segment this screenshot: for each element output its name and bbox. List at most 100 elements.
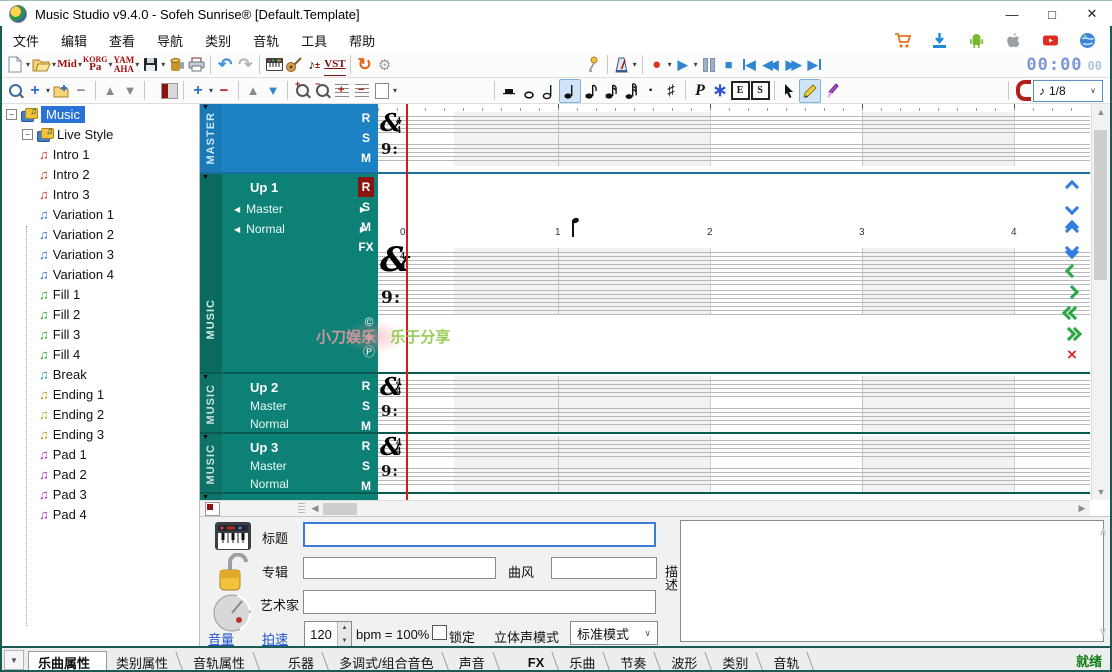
- lock-checkbox[interactable]: [432, 625, 447, 640]
- tree-item-live-style[interactable]: Live Style: [57, 127, 113, 142]
- move-category-up-button[interactable]: ▲: [100, 80, 120, 102]
- mode-selector[interactable]: ◀ Normal ▶: [234, 222, 366, 236]
- tab-track-properties[interactable]: 音轨属性: [184, 652, 261, 672]
- play-button[interactable]: ▶: [673, 54, 693, 76]
- vst-plugins-button[interactable]: VST: [324, 53, 345, 76]
- select-cursor-button[interactable]: [779, 80, 799, 102]
- artist-input[interactable]: [303, 590, 656, 614]
- vertical-scrollbar[interactable]: ▲ ▼: [1091, 104, 1110, 500]
- master-solo-button[interactable]: S: [358, 128, 374, 148]
- tree-item[interactable]: ♫Variation 2: [2, 224, 199, 244]
- up3-track-header[interactable]: Up 3 Master Normal R S M: [222, 434, 378, 494]
- track-name[interactable]: Up 3: [250, 440, 278, 455]
- tree-item[interactable]: ♫Pad 2: [2, 464, 199, 484]
- textarea-scroll-down-icon[interactable]: ∨: [1099, 625, 1107, 638]
- horizontal-scrollbar[interactable]: ◀ ▶: [200, 500, 1090, 516]
- open-file-button[interactable]: [31, 54, 51, 76]
- sustain-button[interactable]: S: [750, 80, 770, 102]
- tempo-spinbox[interactable]: 120 ▲▼: [304, 621, 352, 648]
- nav-down-button[interactable]: [1062, 199, 1082, 216]
- prev-arrow-icon[interactable]: ◀: [234, 225, 240, 234]
- up1-record-button[interactable]: R: [358, 177, 374, 197]
- title-input[interactable]: [303, 522, 656, 547]
- tree-item[interactable]: ♫Fill 1: [2, 284, 199, 304]
- remove-track-button[interactable]: −: [214, 80, 234, 102]
- note-rest-button[interactable]: [499, 80, 519, 102]
- settings-button[interactable]: ⚙: [375, 54, 395, 76]
- album-input[interactable]: [303, 557, 496, 579]
- piano-keyboard-button[interactable]: [264, 54, 284, 76]
- add-track-button[interactable]: +: [188, 80, 208, 102]
- stop-button[interactable]: ■: [719, 54, 739, 76]
- up3-staff-area[interactable]: & 44 9:: [378, 434, 1090, 494]
- export-audio-button[interactable]: [166, 54, 186, 76]
- tab-song[interactable]: 乐曲: [560, 652, 611, 672]
- print-button[interactable]: [186, 54, 206, 76]
- android-icon[interactable]: [968, 32, 985, 49]
- collapse-triangle-icon[interactable]: ▼: [202, 374, 209, 382]
- nav-page-right-button[interactable]: [1062, 325, 1082, 342]
- up3-strip[interactable]: ▼ MUSIC: [200, 434, 222, 494]
- tree-item[interactable]: ♫Break: [2, 364, 199, 384]
- up2-strip[interactable]: ▼ MUSIC: [200, 374, 222, 434]
- tab-song-properties[interactable]: 乐曲属性: [28, 651, 107, 672]
- import-midi-button[interactable]: Mid: [57, 54, 77, 76]
- menu-navigate[interactable]: 导航: [146, 28, 194, 53]
- tree-item[interactable]: ♫Intro 1: [2, 144, 199, 164]
- import-yamaha-button[interactable]: YAMAHA: [114, 54, 135, 76]
- menu-track[interactable]: 音轨: [242, 28, 290, 53]
- tree-item[interactable]: ♫Intro 2: [2, 164, 199, 184]
- master-mute-button[interactable]: M: [358, 148, 374, 168]
- guitar-button[interactable]: [284, 54, 304, 76]
- menu-category[interactable]: 类别: [194, 28, 242, 53]
- collapse-triangle-icon[interactable]: ▼: [202, 434, 209, 442]
- tab-multimode[interactable]: 多调式/组合音色: [330, 652, 450, 672]
- minimize-button[interactable]: —: [992, 1, 1032, 27]
- master-track-header[interactable]: R S M: [222, 104, 378, 172]
- note-half-button[interactable]: [539, 80, 559, 102]
- globe-icon[interactable]: [1079, 32, 1096, 49]
- save-caret[interactable]: ▾: [161, 60, 165, 69]
- tab-fx[interactable]: FX: [519, 652, 561, 672]
- tree-item[interactable]: ♫Pad 3: [2, 484, 199, 504]
- up1-solo-button[interactable]: S: [358, 197, 374, 217]
- tree-item[interactable]: ♫Variation 3: [2, 244, 199, 264]
- open-file-caret[interactable]: ▾: [52, 60, 56, 69]
- menu-file[interactable]: 文件: [2, 28, 50, 53]
- tree-item[interactable]: ♫Fill 3: [2, 324, 199, 344]
- pause-button[interactable]: [699, 54, 719, 76]
- transpose-note-button[interactable]: ♪±: [304, 54, 324, 76]
- track-name[interactable]: Up 1: [250, 180, 278, 195]
- master-record-button[interactable]: R: [358, 108, 374, 128]
- panel-layout-button[interactable]: [159, 80, 179, 102]
- menu-tools[interactable]: 工具: [290, 28, 338, 53]
- scroll-down-arrow[interactable]: ▼: [1092, 484, 1110, 500]
- remove-category-button[interactable]: −: [71, 80, 91, 102]
- move-track-down-button[interactable]: ▼: [263, 80, 283, 102]
- up1-mute-button[interactable]: M: [358, 217, 374, 237]
- master-strip[interactable]: ▼ MASTER: [200, 104, 222, 172]
- up2-track-header[interactable]: Up 2 Master Normal R S M: [222, 374, 378, 434]
- import-yamaha-caret[interactable]: ▾: [135, 60, 139, 69]
- fast-forward-button[interactable]: ▶▶: [782, 54, 802, 76]
- metronome-caret[interactable]: ▾: [633, 60, 637, 69]
- refresh-button[interactable]: ↻: [355, 54, 375, 76]
- note-thirtysecond-button[interactable]: [621, 80, 641, 102]
- description-textarea[interactable]: [680, 520, 1104, 642]
- up2-staff-area[interactable]: & 44 9:: [378, 374, 1090, 434]
- up3-record-button[interactable]: R: [358, 436, 374, 456]
- tempo-up-button[interactable]: ▲: [338, 622, 351, 635]
- tab-instrument[interactable]: 乐器: [279, 652, 330, 672]
- tab-waveform[interactable]: 波形: [662, 652, 713, 672]
- zoom-in-button[interactable]: +: [292, 80, 312, 102]
- nav-close-button[interactable]: ×: [1062, 346, 1082, 363]
- menu-view[interactable]: 查看: [98, 28, 146, 53]
- tab-list-caret[interactable]: ▼: [4, 650, 24, 670]
- close-button[interactable]: ✕: [1072, 1, 1112, 27]
- stereo-mode-select[interactable]: 标准模式 ∨: [570, 621, 658, 645]
- redo-button[interactable]: ↷: [235, 54, 255, 76]
- tree-item[interactable]: ♫Variation 4: [2, 264, 199, 284]
- collapse-triangle-icon[interactable]: ▼: [202, 104, 209, 112]
- view-options-caret[interactable]: ▾: [393, 86, 397, 95]
- undo-button[interactable]: ↶: [215, 54, 235, 76]
